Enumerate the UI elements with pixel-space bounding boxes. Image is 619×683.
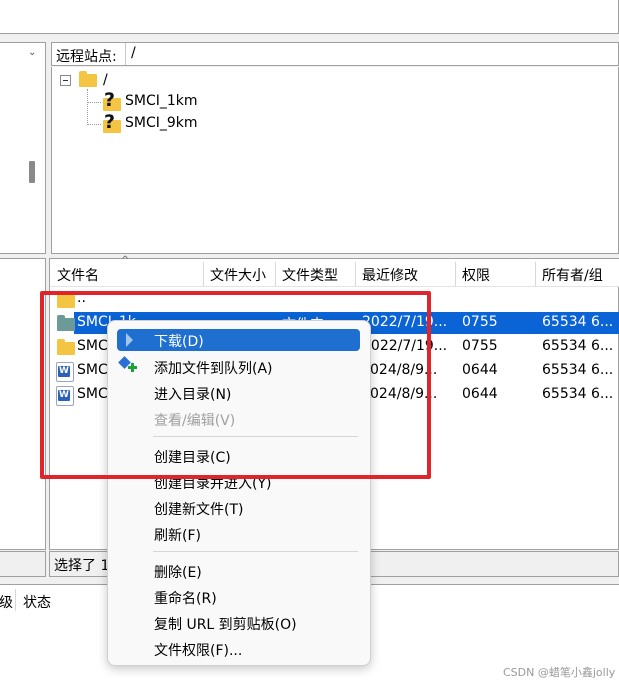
selection-status: 选择了 1 xyxy=(54,558,110,574)
unknown-folder-icon: ? xyxy=(101,112,121,134)
queue-column-status[interactable]: 状态 xyxy=(23,592,51,612)
menu-item-file-permissions[interactable]: 文件权限(F)... xyxy=(154,640,242,660)
folder-icon xyxy=(79,71,97,87)
local-path-dropdown[interactable]: ⌄ xyxy=(20,43,44,65)
row-owner: 65534 6... xyxy=(542,338,614,354)
column-separator[interactable] xyxy=(455,262,456,286)
column-separator[interactable] xyxy=(275,262,276,286)
menu-item-copy-url[interactable]: 复制 URL 到剪贴板(O) xyxy=(154,614,297,634)
menu-item-rename[interactable]: 重命名(R) xyxy=(154,588,217,608)
column-header-size[interactable]: 文件大小 xyxy=(210,265,266,285)
top-right-pane xyxy=(0,0,619,34)
tree-connector xyxy=(87,89,88,125)
tree-item-smci-1km[interactable]: SMCI_1km xyxy=(125,93,198,109)
remote-site-label: 远程站点: xyxy=(56,49,117,65)
column-separator[interactable] xyxy=(203,262,204,286)
column-separator[interactable] xyxy=(355,262,356,286)
menu-item-create-new-file[interactable]: 创建新文件(T) xyxy=(154,499,243,519)
watermark: CSDN @蜡笔小鑫jolly xyxy=(503,666,616,679)
tree-connector xyxy=(87,102,101,103)
chevron-down-icon: ⌄ xyxy=(28,47,37,58)
column-header-permissions[interactable]: 权限 xyxy=(462,265,490,285)
local-tree-pane[interactable] xyxy=(0,42,46,254)
column-header-type[interactable]: 文件类型 xyxy=(282,265,338,285)
queue-column-priority[interactable]: 级 xyxy=(0,592,13,612)
tree-item-smci-9km[interactable]: SMCI_9km xyxy=(125,115,198,131)
local-tree-scrollbar[interactable] xyxy=(29,161,35,183)
label-separator xyxy=(125,43,126,65)
menu-item-delete[interactable]: 删除(E) xyxy=(154,562,202,582)
column-header-owner[interactable]: 所有者/组 xyxy=(542,265,603,285)
remote-path-input[interactable]: / xyxy=(131,45,136,61)
column-separator[interactable] xyxy=(15,589,16,611)
local-status-bar xyxy=(0,551,46,577)
annotation-highlight-box xyxy=(40,291,431,479)
column-header-name[interactable]: 文件名 xyxy=(57,265,99,285)
remote-path-bar: 远程站点: / xyxy=(51,42,619,66)
row-owner: 65534 6... xyxy=(542,314,614,330)
sort-ascending-icon: ^ xyxy=(121,255,130,266)
row-owner: 65534 6... xyxy=(542,362,614,378)
column-header-modified[interactable]: 最近修改 xyxy=(362,265,418,285)
row-permissions: 0755 xyxy=(462,314,498,330)
unknown-folder-icon: ? xyxy=(101,90,121,112)
menu-separator xyxy=(153,551,358,552)
row-owner: 65534 6... xyxy=(542,386,614,402)
row-permissions: 0755 xyxy=(462,338,498,354)
menu-item-refresh[interactable]: 刷新(F) xyxy=(154,525,201,545)
row-permissions: 0644 xyxy=(462,386,498,402)
remote-tree-pane[interactable]: / ? SMCI_1km ? SMCI_9km xyxy=(51,67,619,254)
tree-connector xyxy=(87,124,101,125)
tree-root-label[interactable]: / xyxy=(103,72,108,88)
row-permissions: 0644 xyxy=(462,362,498,378)
collapse-toggle-icon[interactable] xyxy=(60,75,71,86)
column-separator[interactable] xyxy=(535,262,536,286)
